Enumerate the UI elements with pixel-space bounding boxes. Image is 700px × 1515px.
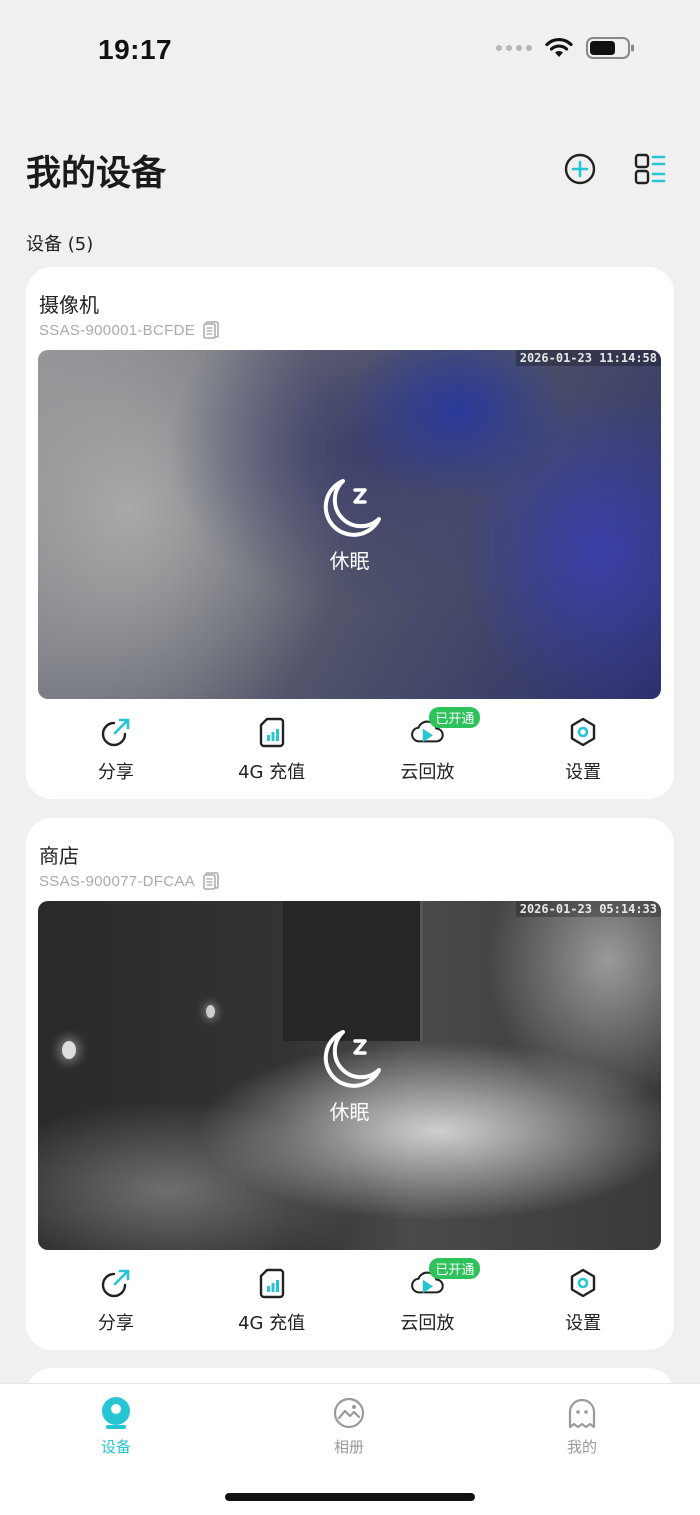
status-time: 19:17 (98, 34, 173, 65)
gear-icon (570, 717, 596, 747)
device-count-label: 设备 (5) (26, 234, 94, 255)
settings-button[interactable]: 设置 (505, 715, 661, 784)
copy-icon[interactable] (203, 872, 219, 890)
status-icons (496, 36, 636, 60)
header-actions (562, 151, 668, 187)
gear-icon (570, 1268, 596, 1298)
camera-preview[interactable]: 2026-01-23 05:14:33 休眠 (38, 901, 661, 1250)
tab-devices[interactable]: 设备 (76, 1396, 156, 1457)
device-actions: 分享 4G 充值 已开通 云回放 设置 (38, 707, 661, 784)
sleep-status-label: 休眠 (329, 549, 370, 573)
copy-icon[interactable] (203, 321, 219, 339)
recharge-button[interactable]: 4G 充值 (194, 1266, 350, 1335)
add-device-button[interactable] (562, 151, 598, 187)
cloud-enabled-badge: 已开通 (429, 1258, 481, 1279)
device-id: SSAS-900001-BCFDE (39, 321, 196, 339)
share-label: 分享 (97, 1313, 134, 1334)
recharge-label: 4G 充值 (238, 762, 306, 783)
share-icon (101, 718, 130, 747)
camera-tab-icon (102, 1397, 130, 1429)
tab-album-label: 相册 (333, 1438, 364, 1456)
camera-preview[interactable]: 2026-01-23 11:14:58 休眠 (38, 350, 661, 699)
tab-mine[interactable]: 我的 (542, 1396, 622, 1457)
tab-album[interactable]: 相册 (309, 1396, 389, 1457)
cloud-playback-button[interactable]: 已开通 云回放 (350, 707, 506, 784)
signal-icon (496, 45, 532, 51)
header: 我的设备 (26, 145, 674, 195)
tab-devices-label: 设备 (100, 1438, 131, 1456)
tab-mine-label: 我的 (566, 1438, 597, 1456)
list-view-icon (634, 153, 666, 185)
recharge-label: 4G 充值 (238, 1313, 306, 1334)
share-button[interactable]: 分享 (38, 1266, 194, 1335)
device-id: SSAS-900077-DFCAA (39, 872, 196, 890)
sleep-moon-icon (323, 1030, 381, 1088)
cloud-enabled-badge: 已开通 (429, 707, 481, 728)
wifi-icon (545, 37, 573, 57)
sim-card-icon (259, 1268, 284, 1299)
device-card[interactable]: 摄像机 SSAS-900001-BCFDE 2026-01-23 11:14:5… (26, 267, 674, 799)
sleep-moon-icon (323, 479, 381, 537)
device-id-row: SSAS-900077-DFCAA (39, 872, 219, 890)
cloud-playback-button[interactable]: 已开通 云回放 (350, 1258, 506, 1335)
share-icon (101, 1269, 130, 1298)
sleep-overlay: 休眠 (38, 901, 661, 1250)
cloud-playback-label: 云回放 (400, 1313, 455, 1334)
list-view-button[interactable] (632, 151, 668, 187)
tab-bar: 设备 相册 我的 (0, 1383, 700, 1515)
recharge-button[interactable]: 4G 充值 (194, 715, 350, 784)
home-indicator (225, 1493, 475, 1501)
device-name: 摄像机 (39, 293, 99, 317)
profile-icon (568, 1398, 596, 1429)
cloud-playback-label: 云回放 (400, 762, 455, 783)
settings-button[interactable]: 设置 (505, 1266, 661, 1335)
device-card[interactable]: 商店 SSAS-900077-DFCAA 2026-01-23 05:14:33… (26, 818, 674, 1350)
device-actions: 分享 4G 充值 已开通 云回放 设置 (38, 1258, 661, 1335)
sleep-overlay: 休眠 (38, 350, 661, 699)
share-button[interactable]: 分享 (38, 715, 194, 784)
sleep-status-label: 休眠 (329, 1100, 370, 1124)
device-name: 商店 (39, 844, 79, 868)
share-label: 分享 (97, 762, 134, 783)
battery-icon (586, 37, 634, 59)
settings-label: 设置 (565, 762, 602, 783)
device-id-row: SSAS-900001-BCFDE (39, 321, 219, 339)
status-bar: 19:17 (0, 0, 700, 100)
album-icon (333, 1397, 365, 1429)
settings-label: 设置 (565, 1313, 602, 1334)
add-circle-icon (564, 153, 596, 185)
sim-card-icon (259, 717, 284, 748)
